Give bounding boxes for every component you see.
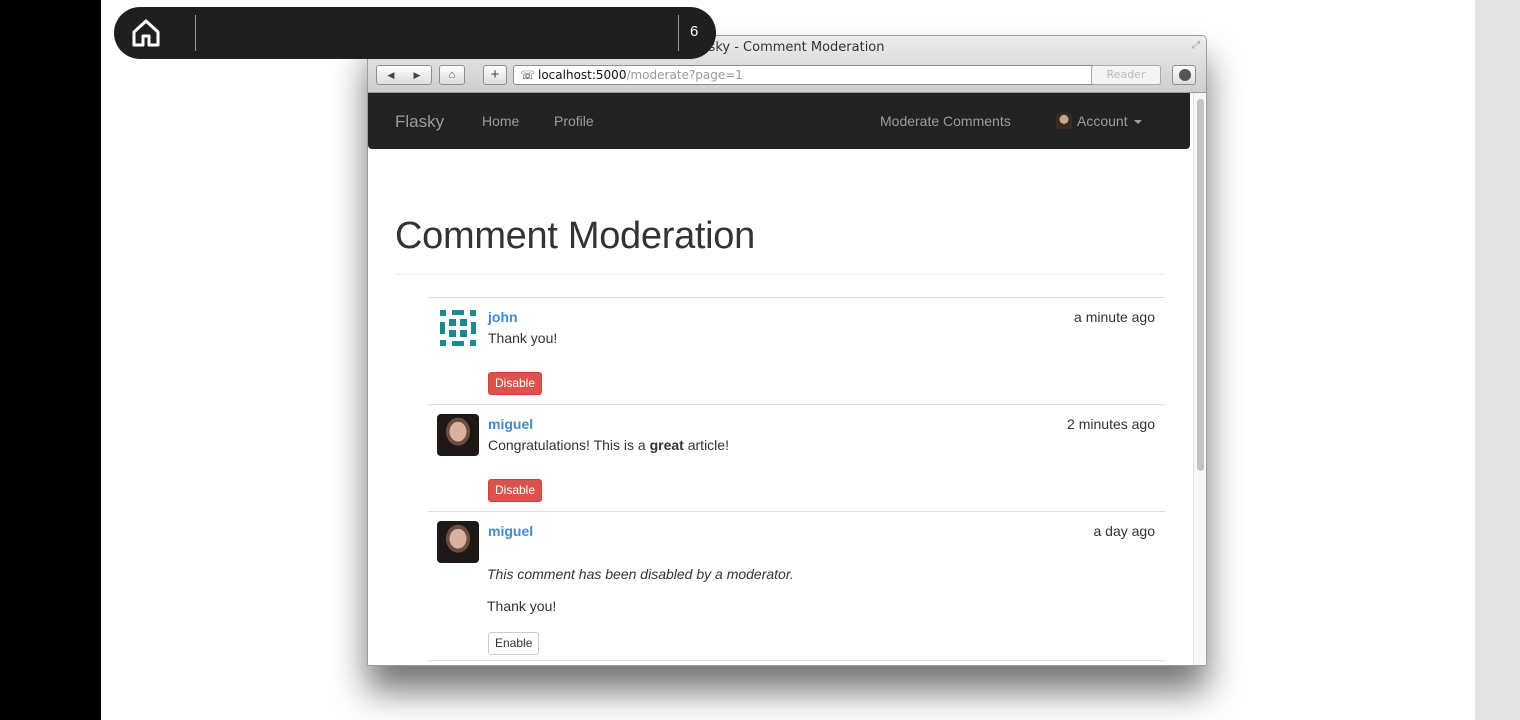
comment-text: article! [683, 437, 729, 453]
nav-moderate-comments-link[interactable]: Moderate Comments [880, 113, 1011, 129]
reader-button[interactable]: Reader [1091, 65, 1161, 85]
fullscreen-icon[interactable]: ⤢ [1192, 40, 1200, 51]
comment-author-link[interactable]: miguel [488, 416, 533, 432]
comment-body: Thank you! [487, 598, 557, 614]
enable-comment-button[interactable]: Enable [488, 632, 540, 655]
presentation-stage: 6 Flasky - Comment Moderation ⤢ ◀ ▶ ⌂ + ☏… [0, 0, 1520, 720]
navbar-brand[interactable]: Flasky [395, 112, 444, 132]
comment-item: john a minute ago Thank you! Disable [428, 297, 1165, 405]
avatar [437, 521, 479, 563]
comment-text: Congratulations! This is a [488, 437, 650, 453]
home-button[interactable]: ⌂ [439, 65, 465, 85]
comment-item: miguel a day ago This comment has been d… [428, 511, 1165, 661]
chevron-down-icon [1133, 120, 1142, 124]
scrollbar-thumb[interactable] [1197, 99, 1204, 471]
scrollbar[interactable] [1193, 93, 1206, 665]
comment-body: Congratulations! This is a great article… [488, 437, 729, 453]
url-host: localhost:5000 [538, 68, 627, 82]
right-margin [1475, 0, 1520, 720]
account-dropdown[interactable]: Account [1056, 113, 1142, 129]
back-icon[interactable]: ◀ [378, 66, 404, 84]
site-navbar: Flasky Home Profile Moderate Comments Ac… [368, 93, 1190, 149]
comment-timestamp: a minute ago [1074, 309, 1155, 325]
browser-window: Flasky - Comment Moderation ⤢ ◀ ▶ ⌂ + ☏ l… [367, 35, 1207, 666]
address-bar[interactable]: ☏ localhost:5000/moderate?page=1 ↻ [513, 65, 1159, 85]
back-forward-buttons[interactable]: ◀ ▶ [376, 65, 432, 85]
toolbar-divider [195, 15, 196, 51]
title-divider [395, 274, 1165, 275]
url-path: /moderate?page=1 [626, 68, 743, 82]
forward-icon[interactable]: ▶ [404, 66, 430, 84]
nav-profile-link[interactable]: Profile [554, 113, 594, 129]
list-divider [428, 660, 1165, 661]
account-label: Account [1077, 113, 1128, 129]
comment-item: miguel 2 minutes ago Congratulations! Th… [428, 404, 1165, 512]
web-page: Flasky Home Profile Moderate Comments Ac… [368, 93, 1206, 665]
avatar [437, 414, 479, 456]
add-bookmark-button[interactable]: + [483, 65, 507, 85]
nav-home-link[interactable]: Home [482, 113, 519, 129]
disable-comment-button[interactable]: Disable [488, 372, 543, 395]
home-icon[interactable] [130, 17, 162, 49]
downloads-button[interactable] [1172, 65, 1196, 85]
comment-bold-text: great [649, 437, 684, 453]
comment-timestamp: 2 minutes ago [1067, 416, 1155, 432]
avatar [437, 307, 479, 349]
disable-comment-button[interactable]: Disable [488, 479, 543, 502]
site-icon: ☏ [520, 68, 536, 82]
disabled-notice: This comment has been disabled by a mode… [487, 566, 794, 582]
toolbar-divider [678, 15, 679, 51]
comment-body: Thank you! [488, 330, 558, 346]
comment-timestamp: a day ago [1093, 523, 1156, 539]
download-icon [1179, 69, 1191, 81]
avatar [1056, 113, 1072, 129]
comment-author-link[interactable]: john [488, 309, 518, 325]
slide-toolbar: 6 [114, 7, 716, 59]
page-title: Comment Moderation [395, 215, 755, 257]
page-number: 6 [690, 23, 699, 40]
comment-author-link[interactable]: miguel [488, 523, 533, 539]
identicon-icon [440, 310, 476, 346]
